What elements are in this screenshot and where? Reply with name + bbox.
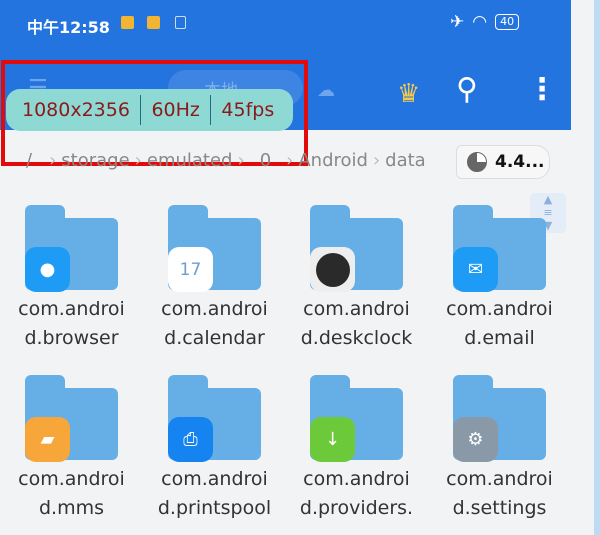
message-icon: ▰ xyxy=(25,417,70,462)
folder-label: com.androi d.providers. xyxy=(285,465,428,523)
folder-item[interactable]: ⎙ com.androi d.printspool xyxy=(143,375,286,523)
settings-icon: ⚙ xyxy=(453,417,498,462)
airplane-icon: ✈ xyxy=(450,12,465,32)
cloud-icon[interactable]: ☁ xyxy=(317,80,335,101)
folder-item[interactable]: ✉ com.androi d.email xyxy=(428,205,571,353)
storage-label: 4.4... xyxy=(495,152,545,172)
folder-name-line1: com.androi xyxy=(18,468,125,490)
folder-name-line2: d.calendar xyxy=(164,327,265,349)
crumb-0[interactable]: 0 xyxy=(260,150,271,171)
folder-label: com.androi d.mms xyxy=(0,465,143,523)
folder-icon: ▰ xyxy=(25,375,118,462)
battery-icon: 40 xyxy=(495,14,520,30)
folder-name-line2: d.settings xyxy=(452,497,547,519)
folder-name-line2: d.printspool xyxy=(157,497,272,519)
folder-item[interactable]: ⚙ com.androi d.settings xyxy=(428,375,571,523)
folder-icon: ⚙ xyxy=(453,375,546,462)
folder-name-line2: d.deskclock xyxy=(300,327,413,349)
pie-chart-icon xyxy=(467,152,487,172)
folder-icon xyxy=(310,205,403,292)
more-vert-icon[interactable]: ⋮ xyxy=(527,72,557,107)
chevron-icon: › xyxy=(286,150,294,171)
crown-icon[interactable]: ♛ xyxy=(397,79,420,109)
folder-name-line2: d.mms xyxy=(38,497,104,519)
folder-name-line1: com.androi xyxy=(446,468,553,490)
folder-label: com.androi d.calendar xyxy=(143,295,286,353)
folder-icon: ✉ xyxy=(453,205,546,292)
folder-icon: ⎙ xyxy=(168,375,261,462)
notification-icon xyxy=(175,16,186,29)
weibo-notification-icon xyxy=(147,16,160,29)
folder-label: com.androi d.printspool xyxy=(143,465,286,523)
search-icon[interactable]: ⚲ xyxy=(456,72,478,107)
folder-label: com.androi d.browser xyxy=(0,295,143,353)
crumb-root[interactable]: / xyxy=(26,150,32,171)
printer-icon: ⎙ xyxy=(168,417,213,462)
clock-icon xyxy=(310,247,355,292)
wifi-icon: ◠ xyxy=(472,12,488,32)
crumb-data[interactable]: data xyxy=(385,150,426,171)
chevron-icon: › xyxy=(237,150,245,171)
email-icon: ✉ xyxy=(453,247,498,292)
folder-item[interactable]: ▰ com.androi d.mms xyxy=(0,375,143,523)
chevron-icon: › xyxy=(372,150,381,171)
browser-icon: ● xyxy=(25,247,70,292)
calendar-date: 17 xyxy=(179,259,202,280)
folder-label: com.androi d.deskclock xyxy=(285,295,428,353)
chevron-icon: › xyxy=(134,150,142,171)
folder-label: com.androi d.settings xyxy=(428,465,571,523)
breadcrumb: / › storage › emulated › 0 › Android › data xyxy=(26,150,426,171)
crumb-emulated[interactable]: emulated xyxy=(147,150,233,171)
calendar-icon: 17 xyxy=(168,247,213,292)
storage-chip[interactable]: 4.4... xyxy=(456,145,550,179)
folder-item[interactable]: ● com.androi d.browser xyxy=(0,205,143,353)
download-icon: ↓ xyxy=(310,417,355,462)
crumb-storage[interactable]: storage xyxy=(61,150,129,171)
status-icons: ✈ ◠ 40 xyxy=(450,12,520,32)
folder-icon: ● xyxy=(25,205,118,292)
clock-face xyxy=(315,252,350,287)
folder-icon: ↓ xyxy=(310,375,403,462)
right-edge xyxy=(594,0,600,535)
folder-name-line1: com.androi xyxy=(161,468,268,490)
folder-name-line1: com.androi xyxy=(446,298,553,320)
folder-name-line1: com.androi xyxy=(303,298,410,320)
status-time: 中午12:58 xyxy=(27,18,110,37)
folder-icon: 17 xyxy=(168,205,261,292)
chevron-icon: › xyxy=(49,150,57,171)
folder-label: com.androi d.email xyxy=(428,295,571,353)
folder-name-line1: com.androi xyxy=(18,298,125,320)
folder-item[interactable]: ↓ com.androi d.providers. xyxy=(285,375,428,523)
folder-name-line2: d.providers. xyxy=(299,497,414,519)
folder-item[interactable]: 17 com.androi d.calendar xyxy=(143,205,286,353)
folder-name-line2: d.email xyxy=(464,327,535,349)
folder-item[interactable]: com.androi d.deskclock xyxy=(285,205,428,353)
folder-name-line2: d.browser xyxy=(24,327,119,349)
folder-name-line1: com.androi xyxy=(161,298,268,320)
weibo-notification-icon xyxy=(121,16,134,29)
crumb-android[interactable]: Android xyxy=(298,150,368,171)
folder-name-line1: com.androi xyxy=(303,468,410,490)
